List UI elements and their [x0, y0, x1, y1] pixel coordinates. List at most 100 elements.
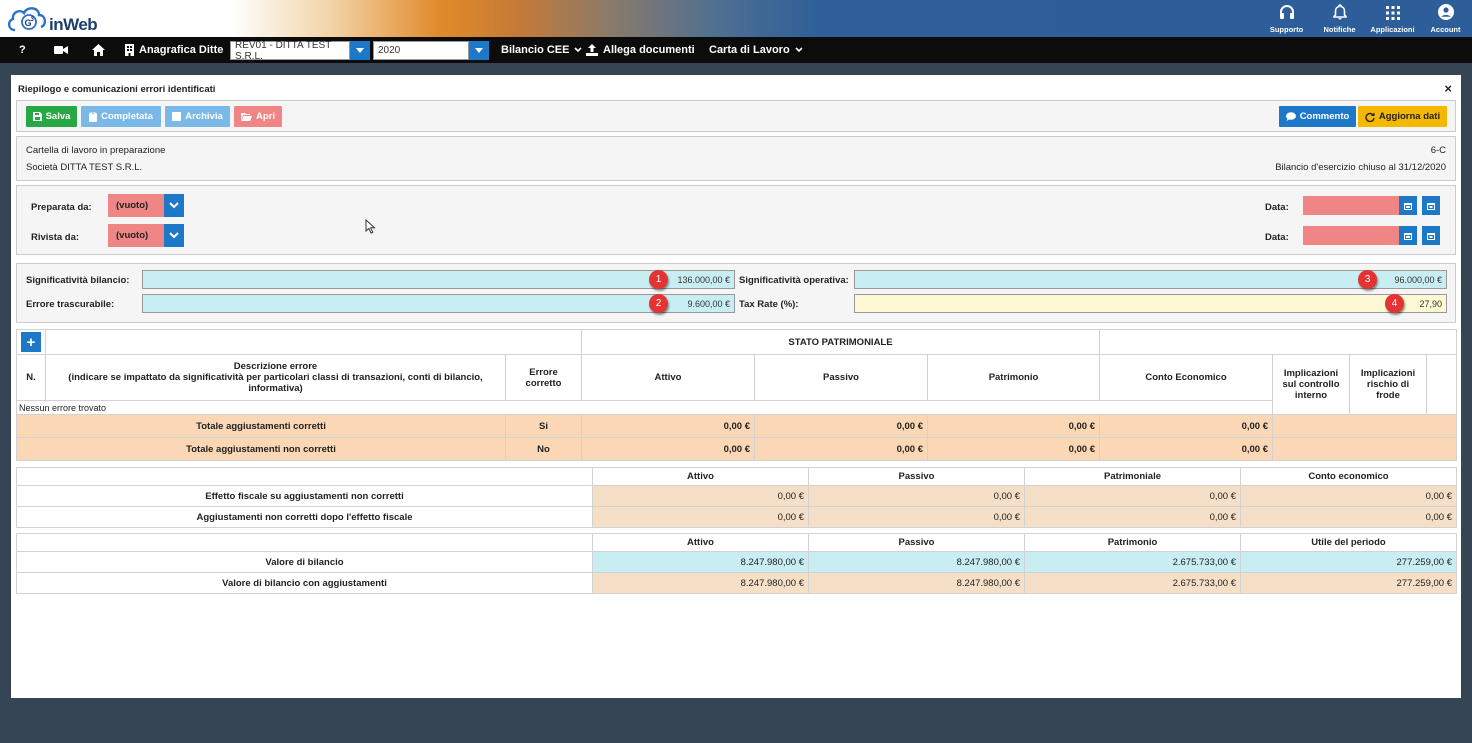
toolbar: Salva Completata Archivia Apri Commento … — [16, 100, 1456, 132]
prepared-select-toggle[interactable] — [164, 194, 184, 217]
support-button[interactable]: Supporto — [1260, 0, 1313, 37]
carta-label: Carta di Lavoro — [709, 44, 790, 56]
bilancio-cee-menu[interactable]: Bilancio CEE — [501, 37, 583, 63]
col-internal-control: Implicazioni sul controllo interno — [1272, 354, 1350, 415]
tax-row-label: Aggiustamenti non corretti dopo l'effett… — [16, 506, 593, 528]
reviewed-date-calendar-button[interactable] — [1399, 226, 1417, 245]
tax-row-label: Effetto fiscale su aggiustamenti non cor… — [16, 485, 593, 507]
prepared-date-calendar-button[interactable] — [1399, 196, 1417, 215]
table-row: Valore di bilancio 8.247.980,00 € 8.247.… — [16, 551, 1457, 573]
upload-icon — [586, 44, 598, 56]
bilancio-label: Bilancio CEE — [501, 44, 570, 56]
account-icon — [1437, 4, 1454, 20]
col-description-title: Descrizione errore — [233, 361, 318, 372]
col-conto-economico: Conto Economico — [1099, 354, 1273, 401]
notifications-button[interactable]: Notifiche — [1313, 0, 1366, 37]
operational-materiality-label: Significatività operativa: — [739, 275, 849, 286]
col-passivo: Passivo — [754, 354, 928, 401]
open-button[interactable]: Apri — [234, 106, 282, 127]
anagrafica-ditte-link[interactable]: Anagrafica Ditte — [125, 37, 223, 63]
company-name: Società DITTA TEST S.R.L. — [26, 162, 143, 173]
archive-box-icon — [172, 112, 182, 121]
empty-row-message: Nessun errore trovato — [16, 400, 1273, 415]
trivial-error-value[interactable]: 9.600,00 € — [142, 294, 735, 313]
total-uncorrected-label: Totale aggiustamenti non corretti — [16, 437, 506, 461]
folder-open-icon — [241, 112, 252, 121]
home-icon — [92, 44, 105, 56]
carta-di-lavoro-menu[interactable]: Carta di Lavoro — [709, 37, 803, 63]
tax-col-attivo: Attivo — [592, 467, 809, 486]
calendar-icon — [1404, 202, 1412, 210]
reviewed-label: Rivista da: — [31, 232, 80, 243]
col-ic-line1: Implicazioni — [1283, 368, 1339, 379]
balance-materiality-value[interactable]: 136.000,00 € — [142, 270, 735, 289]
table-row: Aggiustamenti non corretti dopo l'effett… — [16, 506, 1457, 528]
total-uncorrected-patrimonio: 0,00 € — [927, 437, 1100, 461]
calendar-check-icon — [1427, 202, 1435, 210]
cloud-logo-icon: G 3 — [7, 7, 47, 32]
tax-rate-input[interactable]: 27,90 — [854, 294, 1447, 313]
refresh-icon — [1365, 112, 1375, 122]
prepared-select[interactable]: (vuoto) — [108, 194, 164, 217]
summary-panel: Riepilogo e comunicazioni errori identif… — [11, 75, 1461, 698]
bal-cell: 277.259,00 € — [1240, 551, 1457, 573]
total-corrected-patrimonio: 0,00 € — [927, 414, 1100, 438]
total-spacer — [1272, 437, 1457, 461]
account-button[interactable]: Account — [1419, 0, 1472, 37]
col-fr-line3: frode — [1376, 390, 1400, 401]
headset-icon — [1279, 5, 1294, 19]
clipboard-icon — [89, 111, 98, 122]
table-row: Effetto fiscale su aggiustamenti non cor… — [16, 485, 1457, 507]
app-logo[interactable]: G 3 inWeb — [5, 3, 115, 35]
col-patrimonio: Patrimonio — [927, 354, 1100, 401]
video-button[interactable] — [54, 37, 68, 63]
col-ic-line3: interno — [1294, 390, 1328, 401]
bal-cell: 8.247.980,00 € — [808, 551, 1025, 573]
chevron-down-icon — [574, 47, 583, 53]
completed-button[interactable]: Completata — [81, 106, 161, 127]
archive-button[interactable]: Archivia — [165, 106, 230, 127]
help-label: ? — [19, 44, 26, 56]
balance-materiality-label: Significatività bilancio: — [26, 275, 130, 286]
callout-badge-4: 4 — [1385, 294, 1404, 313]
company-select-toggle[interactable] — [350, 41, 370, 60]
help-button[interactable]: ? — [19, 37, 26, 63]
prepared-date-input[interactable] — [1303, 196, 1399, 215]
add-error-button[interactable]: + — [21, 332, 41, 352]
col-description: Descrizione errore (indicare se impattat… — [45, 354, 506, 401]
workfile-status: Cartella di lavoro in preparazione — [26, 145, 166, 156]
year-select[interactable]: 2020 — [373, 41, 469, 60]
col-corrected-line2: corretto — [525, 377, 562, 389]
save-button[interactable]: Salva — [26, 106, 77, 127]
allega-documenti-link[interactable]: Allega documenti — [586, 37, 695, 63]
reviewed-select[interactable]: (vuoto) — [108, 224, 164, 247]
prepared-date-today-button[interactable] — [1422, 196, 1440, 215]
home-button[interactable] — [92, 37, 105, 63]
total-uncorrected-ce: 0,00 € — [1099, 437, 1273, 461]
tax-cell: 0,00 € — [1240, 485, 1457, 507]
year-select-toggle[interactable] — [469, 41, 489, 60]
company-select[interactable]: REV01 - DITTA TEST S.R.L. — [230, 40, 350, 62]
support-label: Supporto — [1269, 25, 1304, 34]
applications-button[interactable]: Applicazioni — [1366, 0, 1419, 37]
errors-table: + STATO PATRIMONIALE N. Descrizione erro… — [16, 329, 1457, 461]
refresh-data-button[interactable]: Aggiorna dati — [1358, 106, 1447, 127]
col-attivo: Attivo — [581, 354, 755, 401]
col-ic-line2: sul controllo — [1282, 379, 1340, 390]
applications-label: Applicazioni — [1370, 25, 1415, 34]
mouse-cursor-icon — [365, 219, 376, 234]
calendar-check-icon — [1427, 232, 1435, 240]
calendar-icon — [1404, 232, 1412, 240]
total-uncorrected-attivo: 0,00 € — [581, 437, 755, 461]
reviewed-select-toggle[interactable] — [164, 224, 184, 247]
close-icon[interactable]: × — [1444, 81, 1452, 96]
reviewed-date-today-button[interactable] — [1422, 226, 1440, 245]
comment-button[interactable]: Commento — [1279, 106, 1356, 127]
caret-down-icon — [475, 48, 483, 53]
reviewed-date-input[interactable] — [1303, 226, 1399, 245]
tax-cell: 0,00 € — [592, 485, 809, 507]
bal-col-attivo: Attivo — [592, 533, 809, 552]
video-camera-icon — [54, 46, 68, 54]
total-spacer — [1272, 414, 1457, 438]
tax-effect-table: Attivo Passivo Patrimoniale Conto econom… — [16, 467, 1457, 528]
